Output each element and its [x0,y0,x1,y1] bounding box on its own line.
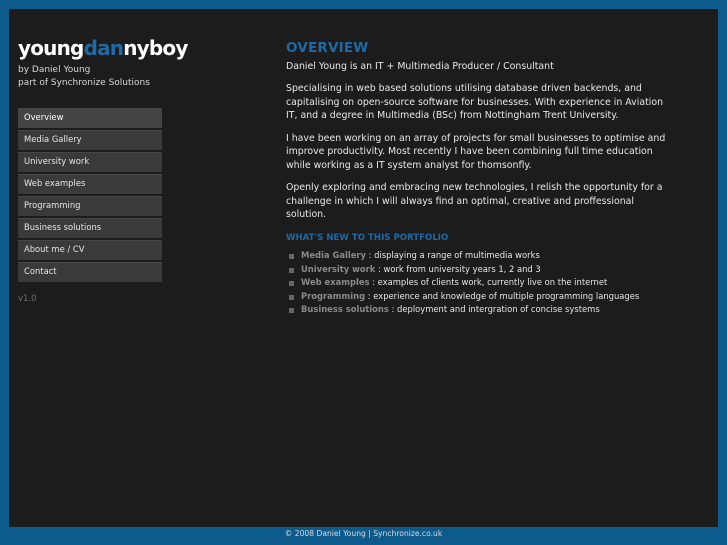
logo-part-dan: dan [83,36,124,60]
main-content: OVERVIEW Daniel Young is an IT + Multime… [286,40,666,317]
nav-item-media-gallery[interactable]: Media Gallery [18,130,162,150]
news-link-university-work[interactable]: University work [301,264,375,274]
square-bullet-icon [289,254,294,259]
paragraph-exploring: Openly exploring and embracing new techn… [286,182,663,220]
news-link-web-examples[interactable]: Web examples [301,277,370,287]
square-bullet-icon [289,294,294,300]
list-item: Web examples : examples of clients work,… [286,276,666,290]
list-item: Business solutions : deployment and inte… [286,303,666,317]
nav-item-overview[interactable]: Overview [18,108,162,128]
logo-part-young: young [18,36,84,60]
footer: © 2008 Daniel Young | Synchronize.co.uk [284,529,443,538]
news-text: : displaying a range of multimedia works [365,250,540,260]
list-item: Media Gallery : displaying a range of mu… [286,249,666,263]
sidebar-nav: Overview Media Gallery University work W… [18,108,162,284]
page-frame: youngdannyboy by Daniel Young part of Sy… [9,9,718,527]
news-text: : examples of clients work, currently li… [369,277,608,287]
nav-item-about-me[interactable]: About me / CV [18,240,162,260]
square-bullet-icon [289,267,294,273]
news-heading: WHAT'S NEW TO THIS PORTFOLIO [286,232,449,243]
news-list: Media Gallery : displaying a range of mu… [286,249,666,317]
news-link-programming[interactable]: Programming [301,291,365,301]
nav-item-university-work[interactable]: University work [18,152,162,172]
news-link-media-gallery[interactable]: Media Gallery [301,250,366,260]
news-link-business-solutions[interactable]: Business solutions [301,304,389,314]
site-logo[interactable]: youngdannyboy [18,36,188,60]
version-label: v1.0 [18,294,37,304]
page-title: OVERVIEW [286,40,369,56]
nav-item-web-examples[interactable]: Web examples [18,174,162,194]
logo-part-nyboy: nyboy [123,36,188,60]
nav-item-programming[interactable]: Programming [18,196,162,216]
byline-author: by Daniel Young [18,65,91,75]
square-bullet-icon [289,281,294,286]
paragraph-specialising: Specialising in web based solutions util… [286,83,664,121]
list-item: Programming : experience and knowledge o… [286,290,666,304]
news-text: : deployment and intergration of concise… [388,304,600,314]
nav-item-contact[interactable]: Contact [18,262,162,282]
byline-company: part of Synchronize Solutions [18,78,150,88]
nav-item-business-solutions[interactable]: Business solutions [18,218,162,238]
news-text: : experience and knowledge of multiple p… [365,290,640,301]
byline: by Daniel Young part of Synchronize Solu… [18,64,150,90]
intro-text: Daniel Young is an IT + Multimedia Produ… [286,60,554,72]
square-bullet-icon [289,308,294,313]
paragraph-projects: I have been working on an array of proje… [286,132,666,171]
list-item: University work : work from university y… [286,263,666,277]
news-text: : work from university years 1, 2 and 3 [375,263,541,274]
